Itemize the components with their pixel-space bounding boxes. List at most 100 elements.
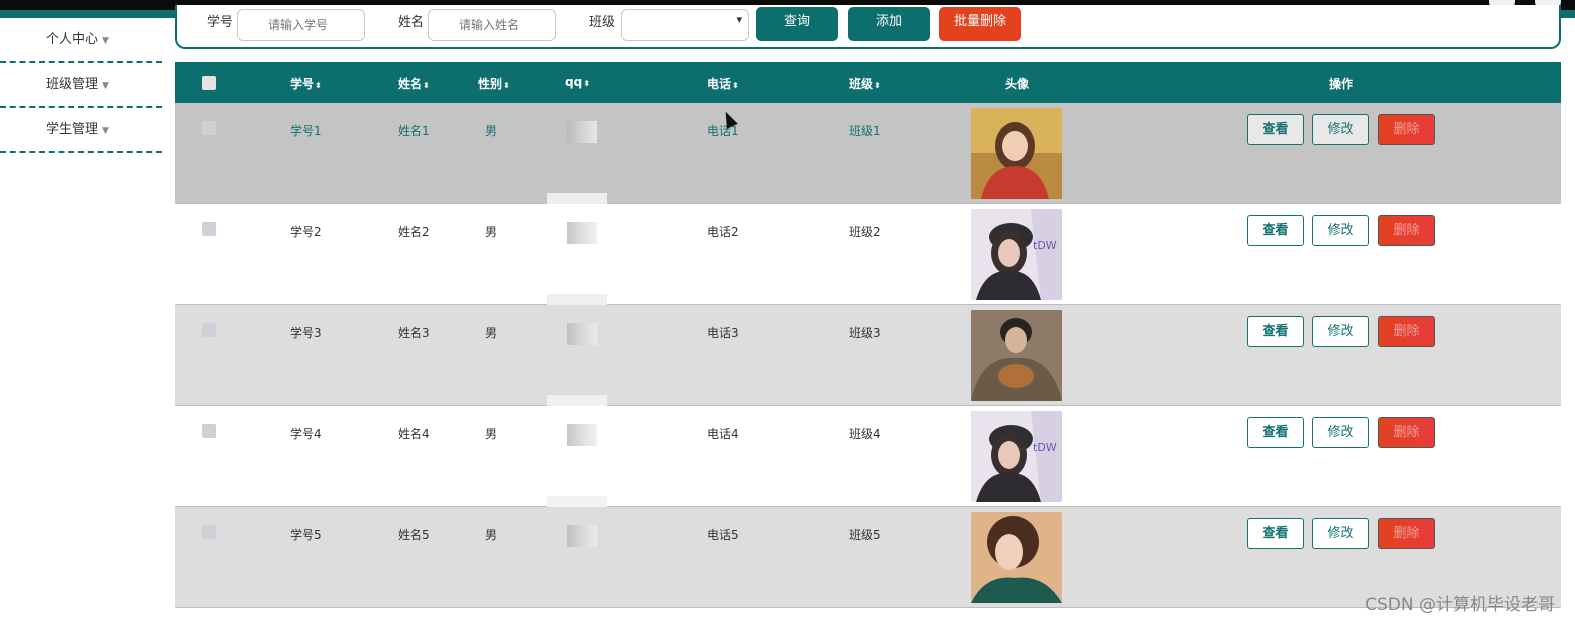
search-bar: 学号 姓名 班级 ▾ 查询 添加 批量删除: [175, 5, 1561, 49]
sidebar-item-label: 个人中心: [46, 32, 99, 47]
sidebar-item-label: 班级管理: [46, 77, 99, 92]
header-name[interactable]: 姓名⬍: [398, 75, 430, 92]
table-row[interactable]: 学号3 姓名3 男 电话3 班级3 查看 修改 删除: [175, 305, 1561, 409]
caret-down-icon: ▼: [102, 126, 109, 136]
sort-icon: ⬍: [423, 81, 430, 90]
sidebar: 个人中心 ▼ 班级管理 ▼ 学生管理 ▼: [0, 18, 162, 623]
cell-qq-blurred: [567, 525, 597, 547]
cell-qq-blurred: [567, 424, 597, 446]
avatar: tDW: [971, 411, 1062, 502]
delete-button[interactable]: 删除: [1378, 417, 1435, 448]
sidebar-item-label: 学生管理: [46, 122, 99, 137]
class-select[interactable]: ▾: [621, 9, 749, 41]
cell-qq-blurred: [567, 121, 597, 143]
header-label: qq: [565, 75, 583, 89]
row-checkbox[interactable]: [202, 323, 216, 337]
delete-button[interactable]: 删除: [1378, 518, 1435, 549]
header-avatar: 头像: [1005, 77, 1030, 91]
delete-button[interactable]: 删除: [1378, 114, 1435, 145]
header-class[interactable]: 班级⬍: [849, 75, 881, 92]
row-checkbox[interactable]: [202, 424, 216, 438]
sort-icon: ⬍: [874, 81, 881, 90]
svg-text:tDW: tDW: [1033, 441, 1057, 454]
view-button[interactable]: 查看: [1247, 417, 1304, 448]
header-actions: 操作: [1329, 77, 1354, 91]
header-student-no[interactable]: 学号⬍: [290, 75, 322, 92]
cell-name: 姓名3: [398, 326, 430, 340]
row-checkbox[interactable]: [202, 222, 216, 236]
cell-name: 姓名5: [398, 528, 430, 542]
cell-class: 班级4: [849, 427, 881, 441]
cell-gender: 男: [485, 528, 498, 542]
sidebar-item-student-management[interactable]: 学生管理 ▼: [0, 108, 162, 153]
svg-text:tDW: tDW: [1033, 239, 1057, 252]
cell-student-no: 学号2: [290, 225, 322, 239]
avatar: [971, 512, 1062, 603]
view-button[interactable]: 查看: [1247, 215, 1304, 246]
table-row[interactable]: 学号4 姓名4 男 电话4 班级4 tDW 查看 修改 删除: [175, 406, 1561, 510]
cell-qq-blurred: [567, 222, 597, 244]
cell-class: 班级1: [849, 124, 881, 138]
edit-button[interactable]: 修改: [1312, 518, 1369, 549]
add-button[interactable]: 添加: [848, 7, 930, 41]
view-button[interactable]: 查看: [1247, 114, 1304, 145]
cell-qq-blurred: [567, 323, 597, 345]
cell-gender: 男: [485, 124, 498, 138]
table-row[interactable]: 学号2 姓名2 男 电话2 班级2 tDW 查看 修改 删除: [175, 204, 1561, 308]
cell-gender: 男: [485, 326, 498, 340]
table-row[interactable]: 学号1 姓名1 男 电话1 班级1 查看 修改 删除: [175, 103, 1561, 207]
table-header: 学号⬍ 姓名⬍ 性别⬍ qq⬍ 电话⬍ 班级⬍ 头像 操作: [175, 62, 1561, 103]
header-label: 性别: [478, 77, 503, 91]
edit-button[interactable]: 修改: [1312, 417, 1369, 448]
student-table: 学号⬍ 姓名⬍ 性别⬍ qq⬍ 电话⬍ 班级⬍ 头像 操作 学号1 姓名1 男 …: [175, 62, 1561, 608]
cell-phone: 电话4: [707, 427, 739, 441]
cell-gender: 男: [485, 427, 498, 441]
row-checkbox[interactable]: [202, 525, 216, 539]
delete-button[interactable]: 删除: [1378, 215, 1435, 246]
avatar: [971, 108, 1062, 199]
edit-button[interactable]: 修改: [1312, 114, 1369, 145]
cell-phone: 电话2: [707, 225, 739, 239]
row-checkbox[interactable]: [202, 121, 216, 135]
sidebar-item-personal-center[interactable]: 个人中心 ▼: [0, 18, 162, 63]
cell-student-no: 学号1: [290, 124, 322, 138]
cell-student-no: 学号3: [290, 326, 322, 340]
header-phone[interactable]: 电话⬍: [707, 75, 739, 92]
chevron-down-icon: ▾: [736, 13, 742, 26]
cell-gender: 男: [485, 225, 498, 239]
cell-student-no: 学号5: [290, 528, 322, 542]
select-all-checkbox[interactable]: [202, 76, 216, 90]
name-input[interactable]: [428, 9, 556, 41]
cell-phone: 电话5: [707, 528, 739, 542]
delete-button[interactable]: 删除: [1378, 316, 1435, 347]
edit-button[interactable]: 修改: [1312, 215, 1369, 246]
table-row[interactable]: 学号5 姓名5 男 电话5 班级5 查看 修改 删除: [175, 507, 1561, 608]
avatar: [971, 310, 1062, 401]
view-button[interactable]: 查看: [1247, 316, 1304, 347]
cell-name: 姓名4: [398, 427, 430, 441]
header-label: 学号: [290, 77, 315, 91]
edit-button[interactable]: 修改: [1312, 316, 1369, 347]
sort-icon: ⬍: [732, 81, 739, 90]
header-gender[interactable]: 性别⬍: [478, 75, 510, 92]
view-button[interactable]: 查看: [1247, 518, 1304, 549]
cell-name: 姓名2: [398, 225, 430, 239]
student-no-input[interactable]: [237, 9, 365, 41]
cell-class: 班级5: [849, 528, 881, 542]
cell-student-no: 学号4: [290, 427, 322, 441]
name-label: 姓名: [398, 15, 425, 30]
cell-name: 姓名1: [398, 124, 430, 138]
header-qq[interactable]: qq⬍: [565, 75, 590, 89]
header-label: 姓名: [398, 77, 423, 91]
sort-icon: ⬍: [503, 81, 510, 90]
cell-class: 班级2: [849, 225, 881, 239]
sort-icon: ⬍: [583, 79, 590, 88]
sort-icon: ⬍: [315, 81, 322, 90]
class-label: 班级: [589, 15, 616, 30]
avatar: tDW: [971, 209, 1062, 300]
query-button[interactable]: 查询: [756, 7, 838, 41]
student-no-label: 学号: [207, 15, 234, 30]
sidebar-item-class-management[interactable]: 班级管理 ▼: [0, 63, 162, 108]
batch-delete-button[interactable]: 批量删除: [939, 7, 1021, 41]
cell-phone: 电话3: [707, 326, 739, 340]
